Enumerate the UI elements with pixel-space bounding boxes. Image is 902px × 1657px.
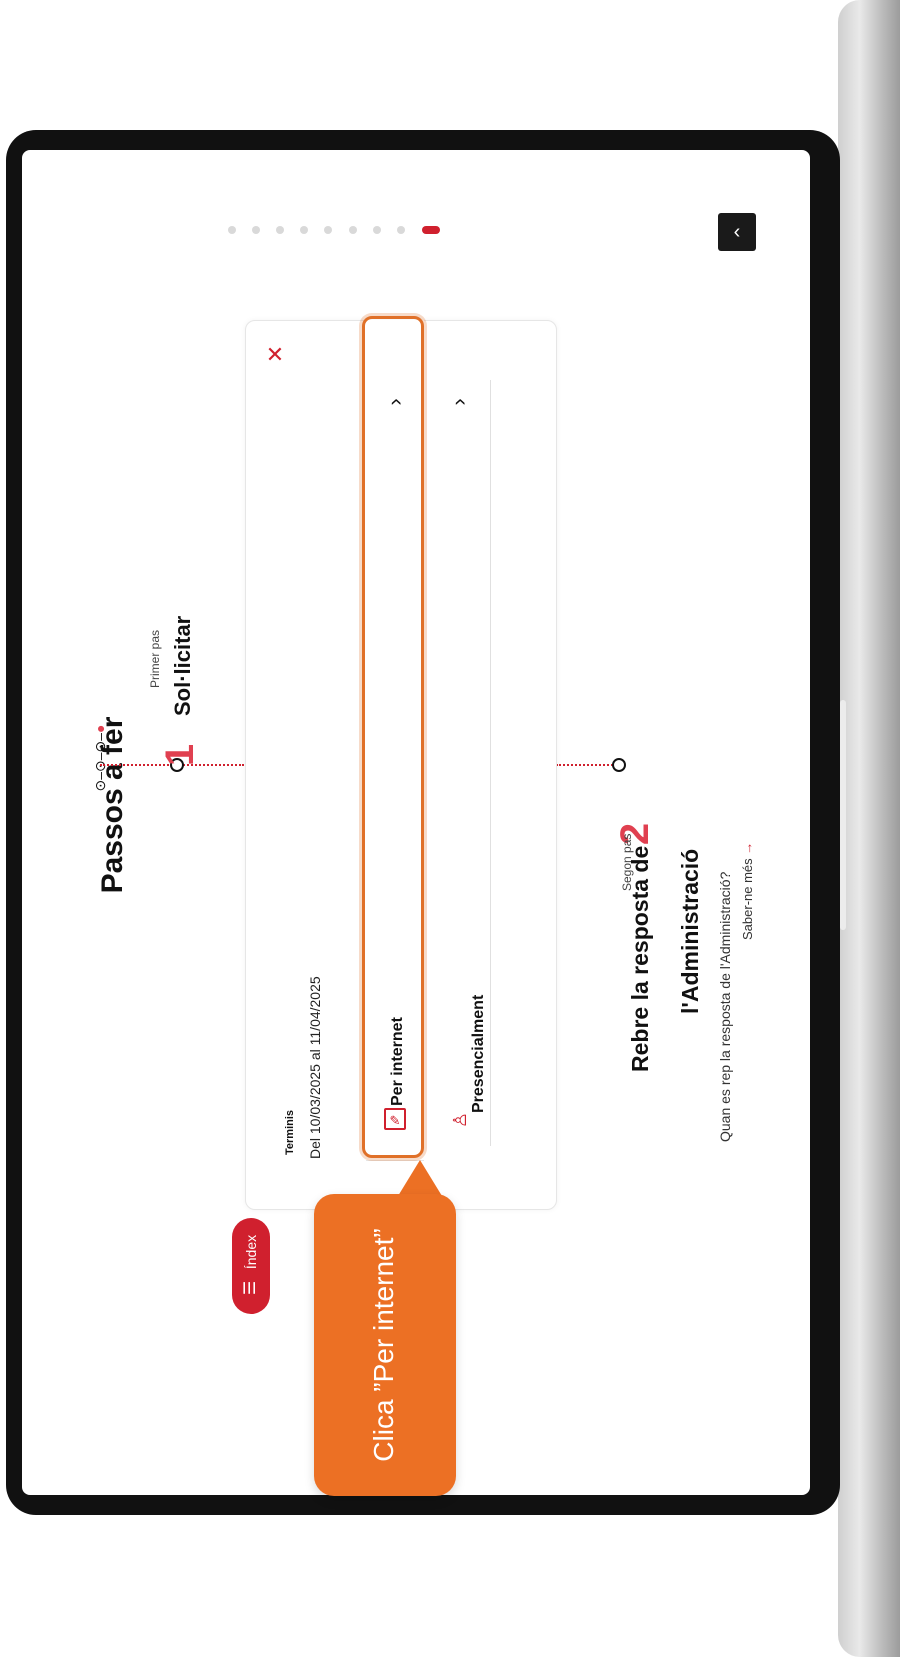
tablet-frame-side (838, 0, 900, 1657)
mini-step-indicator: ⊙–⊙–⊙–● (90, 698, 110, 818)
step-2-title-line-1: Rebre la resposta de (627, 845, 653, 1072)
tutorial-highlight (362, 316, 424, 1158)
pager-dot[interactable] (252, 226, 260, 234)
pager-dot[interactable] (300, 226, 308, 234)
step-2-marker (612, 758, 626, 772)
mini-steps-done: ⊙–⊙–⊙– (92, 732, 108, 792)
pager-dot[interactable] (349, 226, 357, 234)
arrow-right-icon: → (740, 841, 755, 855)
pager-dot[interactable] (397, 226, 405, 234)
index-label: Índex (243, 1234, 259, 1270)
back-button[interactable]: ‹ (718, 213, 756, 251)
mini-step-active-icon: ● (92, 724, 108, 733)
saber-ne-mes-link[interactable]: Saber-ne més → (740, 820, 756, 940)
timeline-connector-2 (556, 764, 616, 766)
pager-dot-active[interactable] (422, 226, 440, 234)
menu-icon: ☰ (242, 1280, 259, 1296)
step-1-number: 1 (158, 743, 202, 767)
step-1-title: Sol·licitar (170, 615, 195, 716)
step-2-question: Quan es rep la resposta de l'Administrac… (717, 871, 733, 1142)
card-divider (490, 380, 491, 1146)
callout-text: Clica ”Per internet” (368, 1228, 399, 1462)
chevron-right-icon[interactable]: › (446, 391, 471, 413)
step-2-title-line-2: l'Administració (677, 848, 703, 1014)
option-presencialment[interactable]: Presencialment (469, 963, 489, 1113)
tablet-side-button (840, 700, 846, 930)
pager-dot[interactable] (373, 226, 381, 234)
termini-label: Terminis (284, 1109, 296, 1155)
callout-tail (398, 1160, 442, 1196)
chevron-left-icon: ‹ (733, 220, 741, 243)
pager-dot[interactable] (276, 226, 284, 234)
step-1-caption: Primer pas (148, 629, 162, 688)
saber-ne-mes-label: Saber-ne més (740, 858, 755, 940)
close-icon[interactable]: ✕ (263, 343, 287, 367)
termini-dates: Del 10/03/2025 al 11/04/2025 (307, 976, 323, 1159)
pager-dot[interactable] (228, 226, 236, 234)
pager-dot[interactable] (324, 226, 332, 234)
